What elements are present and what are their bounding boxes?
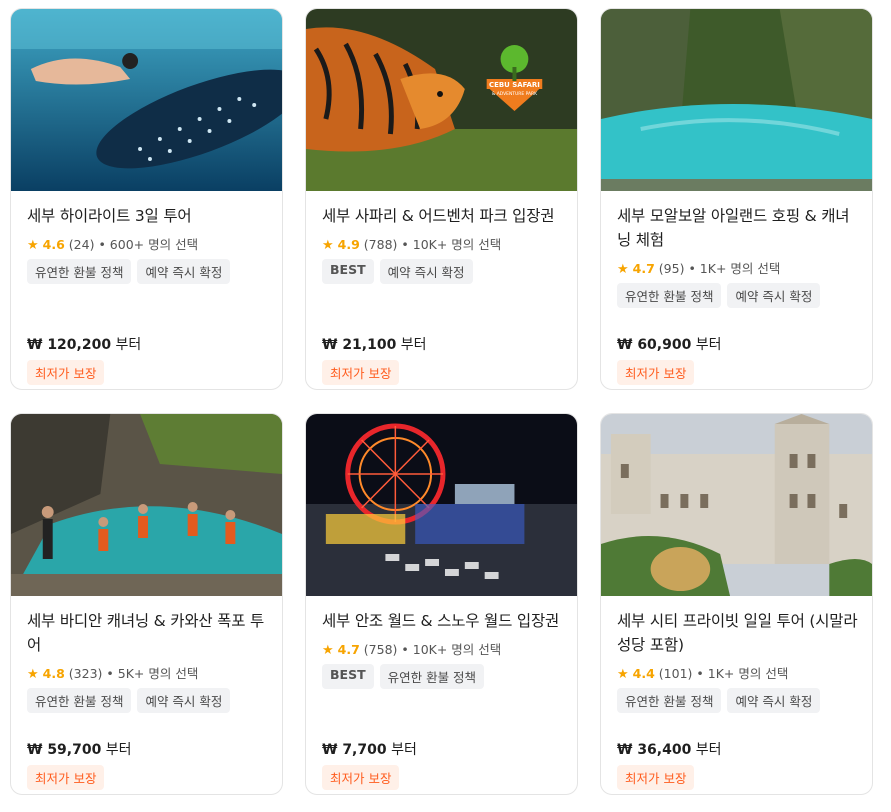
price-suffix: 부터 (115, 337, 142, 353)
lowest-price-badge: 최저가 보장 (617, 360, 695, 385)
separator: • (401, 237, 409, 252)
price-suffix: 부터 (400, 337, 427, 353)
rating-row: ★ 4.8 (323) • 5K+ 명의 선택 (27, 663, 270, 682)
star-icon: ★ (27, 238, 39, 253)
tag-instant: 예약 즉시 확정 (137, 259, 231, 284)
product-title[interactable]: 세부 모알보알 아일랜드 호핑 & 캐녀닝 체험 (617, 204, 860, 252)
tag-refund: 유연한 환불 정책 (379, 664, 485, 689)
price: ₩ 21,100 부터 (322, 334, 427, 354)
pick-count: 5K+ 명의 선택 (117, 666, 199, 681)
safari-logo-subtext: & ADVENTURE PARK (492, 91, 538, 97)
product-title[interactable]: 세부 사파리 & 어드벤처 파크 입장권 (322, 204, 565, 228)
tag-best: BEST (322, 664, 374, 689)
price-value: ₩ 59,700 (27, 742, 102, 758)
product-image[interactable] (601, 9, 872, 191)
product-image[interactable] (306, 414, 577, 596)
price-value: ₩ 7,700 (322, 742, 387, 758)
tag-refund: 유연한 환불 정책 (617, 283, 722, 308)
tag-instant: 예약 즉시 확정 (137, 688, 231, 713)
pick-count: 1K+ 명의 선택 (699, 261, 781, 276)
tag-refund: 유연한 환불 정책 (27, 688, 132, 713)
product-image[interactable] (11, 9, 282, 191)
review-count: (95) (658, 261, 685, 276)
rating-value: 4.4 (632, 666, 655, 681)
tag-refund: 유연한 환불 정책 (27, 259, 132, 284)
star-icon: ★ (322, 238, 334, 253)
tag-instant: 예약 즉시 확정 (727, 283, 821, 308)
rating-row: ★ 4.7 (758) • 10K+ 명의 선택 (322, 639, 565, 658)
price: ₩ 7,700 부터 (322, 739, 417, 759)
star-icon: ★ (27, 667, 39, 682)
rating-value: 4.6 (42, 237, 65, 252)
lowest-price-badge: 최저가 보장 (617, 765, 695, 790)
product-title[interactable]: 세부 안조 월드 & 스노우 월드 입장권 (322, 609, 565, 633)
separator: • (696, 666, 704, 681)
price-suffix: 부터 (105, 742, 132, 758)
price: ₩ 36,400 부터 (617, 739, 722, 759)
rating-row: ★ 4.9 (788) • 10K+ 명의 선택 (322, 234, 565, 253)
rating-row: ★ 4.7 (95) • 1K+ 명의 선택 (617, 258, 860, 277)
product-card[interactable]: 세부 안조 월드 & 스노우 월드 입장권 ★ 4.7 (758) • 10K+… (305, 413, 578, 795)
star-icon: ★ (617, 667, 629, 682)
product-card[interactable]: 세부 모알보알 아일랜드 호핑 & 캐녀닝 체험 ★ 4.7 (95) • 1K… (600, 8, 873, 390)
review-count: (788) (363, 237, 398, 252)
product-title[interactable]: 세부 하이라이트 3일 투어 (27, 204, 270, 228)
rating-value: 4.9 (337, 237, 360, 252)
review-count: (758) (363, 642, 398, 657)
review-count: (24) (68, 237, 95, 252)
price: ₩ 60,900 부터 (617, 334, 722, 354)
price-value: ₩ 60,900 (617, 337, 692, 353)
rating-value: 4.7 (337, 642, 360, 657)
product-title[interactable]: 세부 시티 프라이빗 일일 투어 (시말라 성당 포함) (617, 609, 860, 657)
product-card[interactable]: 세부 하이라이트 3일 투어 ★ 4.6 (24) • 600+ 명의 선택 유… (10, 8, 283, 390)
product-card[interactable]: CEBU SAFARI & ADVENTURE PARK 세부 사파리 & 어드… (305, 8, 578, 390)
separator: • (106, 666, 114, 681)
price: ₩ 120,200 부터 (27, 334, 141, 354)
separator: • (688, 261, 696, 276)
product-card[interactable]: 세부 시티 프라이빗 일일 투어 (시말라 성당 포함) ★ 4.4 (101)… (600, 413, 873, 795)
separator: • (401, 642, 409, 657)
price-suffix: 부터 (695, 742, 722, 758)
lowest-price-badge: 최저가 보장 (27, 360, 105, 385)
pick-count: 10K+ 명의 선택 (412, 237, 502, 252)
price-value: ₩ 120,200 (27, 337, 112, 353)
product-image[interactable]: CEBU SAFARI & ADVENTURE PARK (306, 9, 577, 191)
lowest-price-badge: 최저가 보장 (27, 765, 105, 790)
pick-count: 10K+ 명의 선택 (412, 642, 502, 657)
separator: • (98, 237, 106, 252)
lowest-price-badge: 최저가 보장 (322, 360, 400, 385)
rating-value: 4.7 (632, 261, 655, 276)
safari-logo-text: CEBU SAFARI (489, 81, 540, 89)
product-grid: 세부 하이라이트 3일 투어 ★ 4.6 (24) • 600+ 명의 선택 유… (0, 0, 891, 812)
lowest-price-badge: 최저가 보장 (322, 765, 400, 790)
tag-refund: 유연한 환불 정책 (617, 688, 722, 713)
product-title[interactable]: 세부 바디안 캐녀닝 & 카와산 폭포 투어 (27, 609, 270, 657)
pick-count: 600+ 명의 선택 (109, 237, 199, 252)
price-suffix: 부터 (695, 337, 722, 353)
price-value: ₩ 21,100 (322, 337, 397, 353)
product-card[interactable]: 세부 바디안 캐녀닝 & 카와산 폭포 투어 ★ 4.8 (323) • 5K+… (10, 413, 283, 795)
rating-row: ★ 4.6 (24) • 600+ 명의 선택 (27, 234, 270, 253)
rating-value: 4.8 (42, 666, 65, 681)
pick-count: 1K+ 명의 선택 (707, 666, 789, 681)
rating-row: ★ 4.4 (101) • 1K+ 명의 선택 (617, 663, 860, 682)
price-value: ₩ 36,400 (617, 742, 692, 758)
review-count: (323) (68, 666, 103, 681)
price: ₩ 59,700 부터 (27, 739, 132, 759)
price-suffix: 부터 (391, 742, 417, 758)
tag-instant: 예약 즉시 확정 (379, 259, 473, 284)
star-icon: ★ (617, 262, 629, 277)
star-icon: ★ (322, 643, 334, 658)
tag-instant: 예약 즉시 확정 (727, 688, 821, 713)
review-count: (101) (658, 666, 693, 681)
tag-best: BEST (322, 259, 374, 284)
product-image[interactable] (601, 414, 872, 596)
product-image[interactable] (11, 414, 282, 596)
